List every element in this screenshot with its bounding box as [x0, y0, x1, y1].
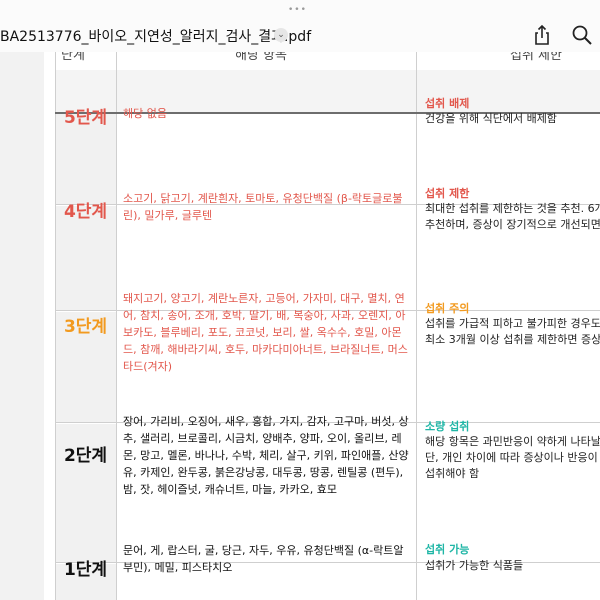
header-level: 단계 [61, 52, 85, 63]
level-2-label: 2단계 [63, 446, 108, 466]
more-options-handle[interactable]: ••• [288, 5, 307, 15]
table-header: 단계 해당 항목 섭취 제한 [55, 52, 600, 70]
level-4-advice-title: 섭취 제한 [425, 187, 470, 200]
level-4-advice-body: 최대한 섭취를 제한하는 것을 추천. 6개월 이 추천하며, 증상이 장기적으… [425, 202, 600, 231]
header-foods: 해당 항목 [235, 52, 287, 63]
column-divider [116, 52, 117, 600]
level-5-label: 5단계 [63, 108, 108, 128]
header-advice: 섭취 제한 [510, 52, 562, 63]
level-2-advice-body: 해당 항목은 과민반응이 약하게 나타날 수 있 단, 개인 차이에 따라 증상… [425, 435, 600, 480]
allergy-level-table: 단계 해당 항목 섭취 제한 5단계 해당 없음 섭취 배제 건강을 위해 식단… [55, 52, 600, 600]
level-5-foods: 해당 없음 [123, 107, 167, 120]
pdf-toolbar: ••• BA2513776_바이오_지연성_알러지_검사_결과.pdf ⌄ [0, 0, 600, 52]
level-2-foods: 장어, 가리비, 오징어, 새우, 홍합, 가지, 감자, 고구마, 버섯, 상… [123, 415, 409, 496]
level-1-advice-title: 섭취 가능 [425, 543, 470, 556]
column-divider [416, 52, 417, 600]
level-3-advice-title: 섭취 주의 [425, 302, 470, 315]
document-title[interactable]: BA2513776_바이오_지연성_알러지_검사_결과.pdf [0, 26, 311, 46]
level-3-foods: 돼지고기, 양고기, 계란노른자, 고등어, 가자미, 대구, 멸치, 연어, … [123, 292, 408, 373]
level-1-foods: 문어, 게, 랍스터, 굴, 당근, 자두, 우유, 유청단백질 (α-락트알부… [123, 544, 404, 574]
search-icon[interactable] [571, 24, 593, 46]
chevron-down-icon[interactable]: ⌄ [274, 28, 288, 42]
level-5-advice-title: 섭취 배제 [425, 97, 470, 110]
level-3-label: 3단계 [63, 317, 108, 337]
level-4-foods: 소고기, 닭고기, 계란흰자, 토마토, 유청단백질 (β-락토글로불린), 밀… [123, 192, 403, 222]
level-4-label: 4단계 [63, 202, 108, 222]
share-icon[interactable] [531, 24, 553, 46]
level-3-advice-body: 섭취를 가급적 피하고 불가피한 경우도 소량 최소 3개월 이상 섭취를 제한… [425, 317, 600, 346]
level-1-label: 1단계 [63, 560, 108, 580]
level-1-advice-body: 섭취가 가능한 식품들 [425, 559, 524, 572]
level-2-advice-title: 소량 섭취 [425, 420, 470, 433]
level-5-advice-body: 건강을 위해 식단에서 배제함 [425, 112, 557, 125]
